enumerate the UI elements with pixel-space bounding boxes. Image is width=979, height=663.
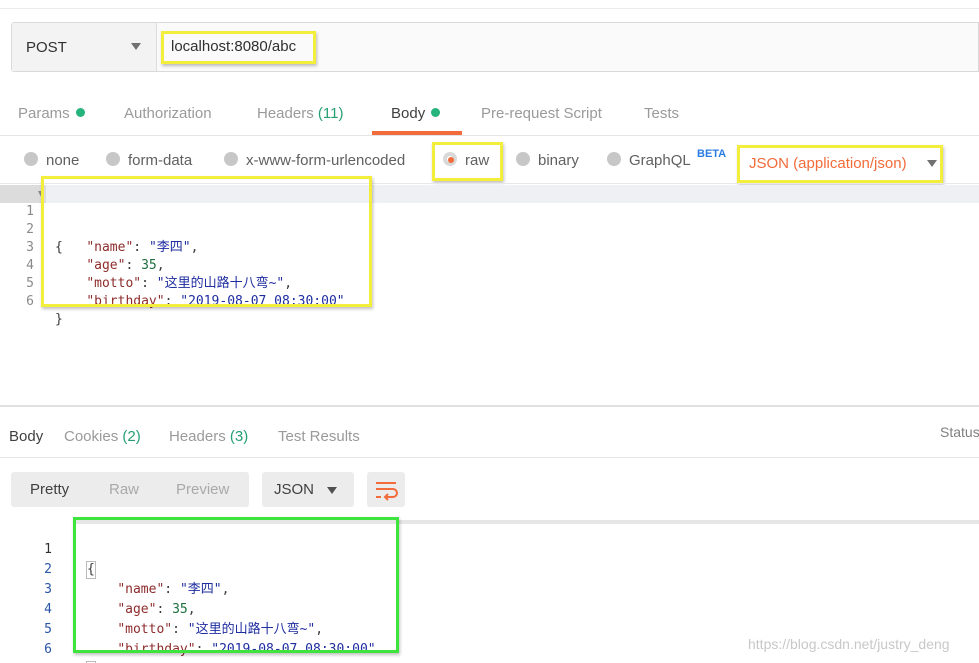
beta-badge: BETA (697, 148, 727, 160)
tab-response-body[interactable]: Body (9, 428, 43, 445)
tab-indicator-dot (431, 108, 441, 117)
code-line: 3 "age": 35, (0, 221, 164, 273)
radio-label: GraphQL (629, 152, 691, 169)
tab-headers[interactable]: Headers (11) (257, 105, 343, 122)
tab-count: (2) (122, 428, 141, 445)
code-line: 1 { (0, 520, 96, 579)
tab-params[interactable]: Params (18, 105, 85, 122)
chevron-down-icon (327, 487, 337, 494)
radio-label: x-www-form-urlencoded (246, 152, 406, 169)
tab-label: Test Results (278, 428, 360, 445)
raw-highlight (432, 142, 503, 181)
wrap-lines-icon (376, 482, 398, 501)
tab-label: Pre-request Script (481, 105, 602, 122)
method-select[interactable]: POST (12, 23, 157, 71)
tab-body[interactable]: Body (391, 105, 441, 122)
request-tabs: Params Authorization Headers (11) Body P… (0, 100, 979, 136)
content-type-select[interactable]: JSON (application/json) (737, 145, 943, 183)
tab-tests[interactable]: Tests (644, 105, 679, 122)
radio-x-www-form-urlencoded[interactable]: x-www-form-urlencoded (224, 152, 405, 169)
tab-label: Body (9, 428, 44, 445)
request-bar: POST localhost:8080/abc (11, 22, 979, 72)
tab-label: Tests (644, 105, 680, 122)
url-highlight (161, 31, 316, 64)
tab-test-results[interactable]: Test Results (278, 428, 360, 445)
tab-count: (3) (229, 428, 249, 445)
code-line: 5 "birthday": "2019-08-07 08:30:00" (0, 257, 344, 309)
line-number: 6 (26, 294, 34, 309)
tab-label: Headers (257, 105, 314, 122)
code-line: 1 ▼ { (0, 185, 63, 255)
pane-splitter[interactable] (0, 405, 979, 407)
tab-label: Params (18, 105, 70, 122)
radio-none[interactable]: none (24, 152, 79, 169)
tab-indicator-dot (75, 108, 85, 117)
tab-count: (11) (317, 105, 344, 122)
tab-response-headers[interactable]: Headers (3) (169, 428, 248, 445)
watermark: https://blog.csdn.net/justry_deng (748, 636, 950, 652)
code-line: 6 } (0, 620, 96, 663)
request-body-highlight (41, 176, 372, 307)
radio-label: form-data (128, 152, 193, 169)
radio-circle-icon (24, 152, 38, 166)
radio-circle-icon (224, 152, 238, 166)
view-preview-button[interactable]: Preview (176, 481, 229, 498)
wrap-lines-button[interactable] (367, 472, 405, 507)
code-line: 2 "name": "李四", (0, 540, 229, 597)
tab-label: Headers (169, 428, 226, 445)
status-label: Status (940, 424, 979, 440)
line-number: 6 (44, 642, 52, 657)
radio-form-data[interactable]: form-data (106, 152, 192, 169)
code-line: 5 "birthday": "2019-08-07 08:30:00" (0, 600, 375, 657)
radio-graphql[interactable]: GraphQL (607, 152, 691, 169)
tab-label: Cookies (64, 428, 119, 445)
response-body-highlight (73, 517, 399, 653)
request-code: 1 ▼ { 2 "name": "李四", 3 "age": 35, 4 "mo… (0, 185, 344, 327)
response-tabs: Body Cookies (2) Headers (3) Test Result… (0, 418, 979, 458)
code-line: 3 "age": 35, (0, 560, 195, 617)
code-text: } (55, 312, 63, 327)
response-format-select[interactable]: JSON (262, 472, 354, 507)
code-line: 2 "name": "李四", (0, 203, 198, 255)
radio-label: none (46, 152, 80, 169)
radio-label: binary (538, 152, 579, 169)
view-raw-button[interactable]: Raw (109, 481, 139, 498)
content-type-label: JSON (application/json) (749, 155, 907, 172)
chevron-down-icon (927, 160, 937, 167)
view-pretty-button[interactable]: Pretty (30, 481, 69, 498)
view-mode-group: Pretty Raw Preview (11, 472, 249, 507)
method-label: POST (26, 39, 67, 56)
format-label: JSON (274, 481, 315, 498)
radio-circle-icon (106, 152, 120, 166)
tab-label: Body (391, 105, 426, 122)
radio-circle-icon (607, 152, 621, 166)
top-divider (0, 8, 979, 9)
code-line: 6 } (0, 275, 63, 327)
chevron-down-icon (131, 43, 141, 50)
code-line: 4 "motto": "这里的山路十八弯~", (0, 239, 292, 291)
tab-label: Authorization (124, 105, 212, 122)
tab-authorization[interactable]: Authorization (124, 105, 212, 122)
radio-circle-icon (516, 152, 530, 166)
code-line: 4 "motto": "这里的山路十八弯~", (0, 580, 323, 637)
tab-pre-request-script[interactable]: Pre-request Script (481, 105, 602, 122)
radio-binary[interactable]: binary (516, 152, 579, 169)
active-tab-underline (372, 131, 462, 135)
tab-cookies[interactable]: Cookies (2) (64, 428, 141, 445)
